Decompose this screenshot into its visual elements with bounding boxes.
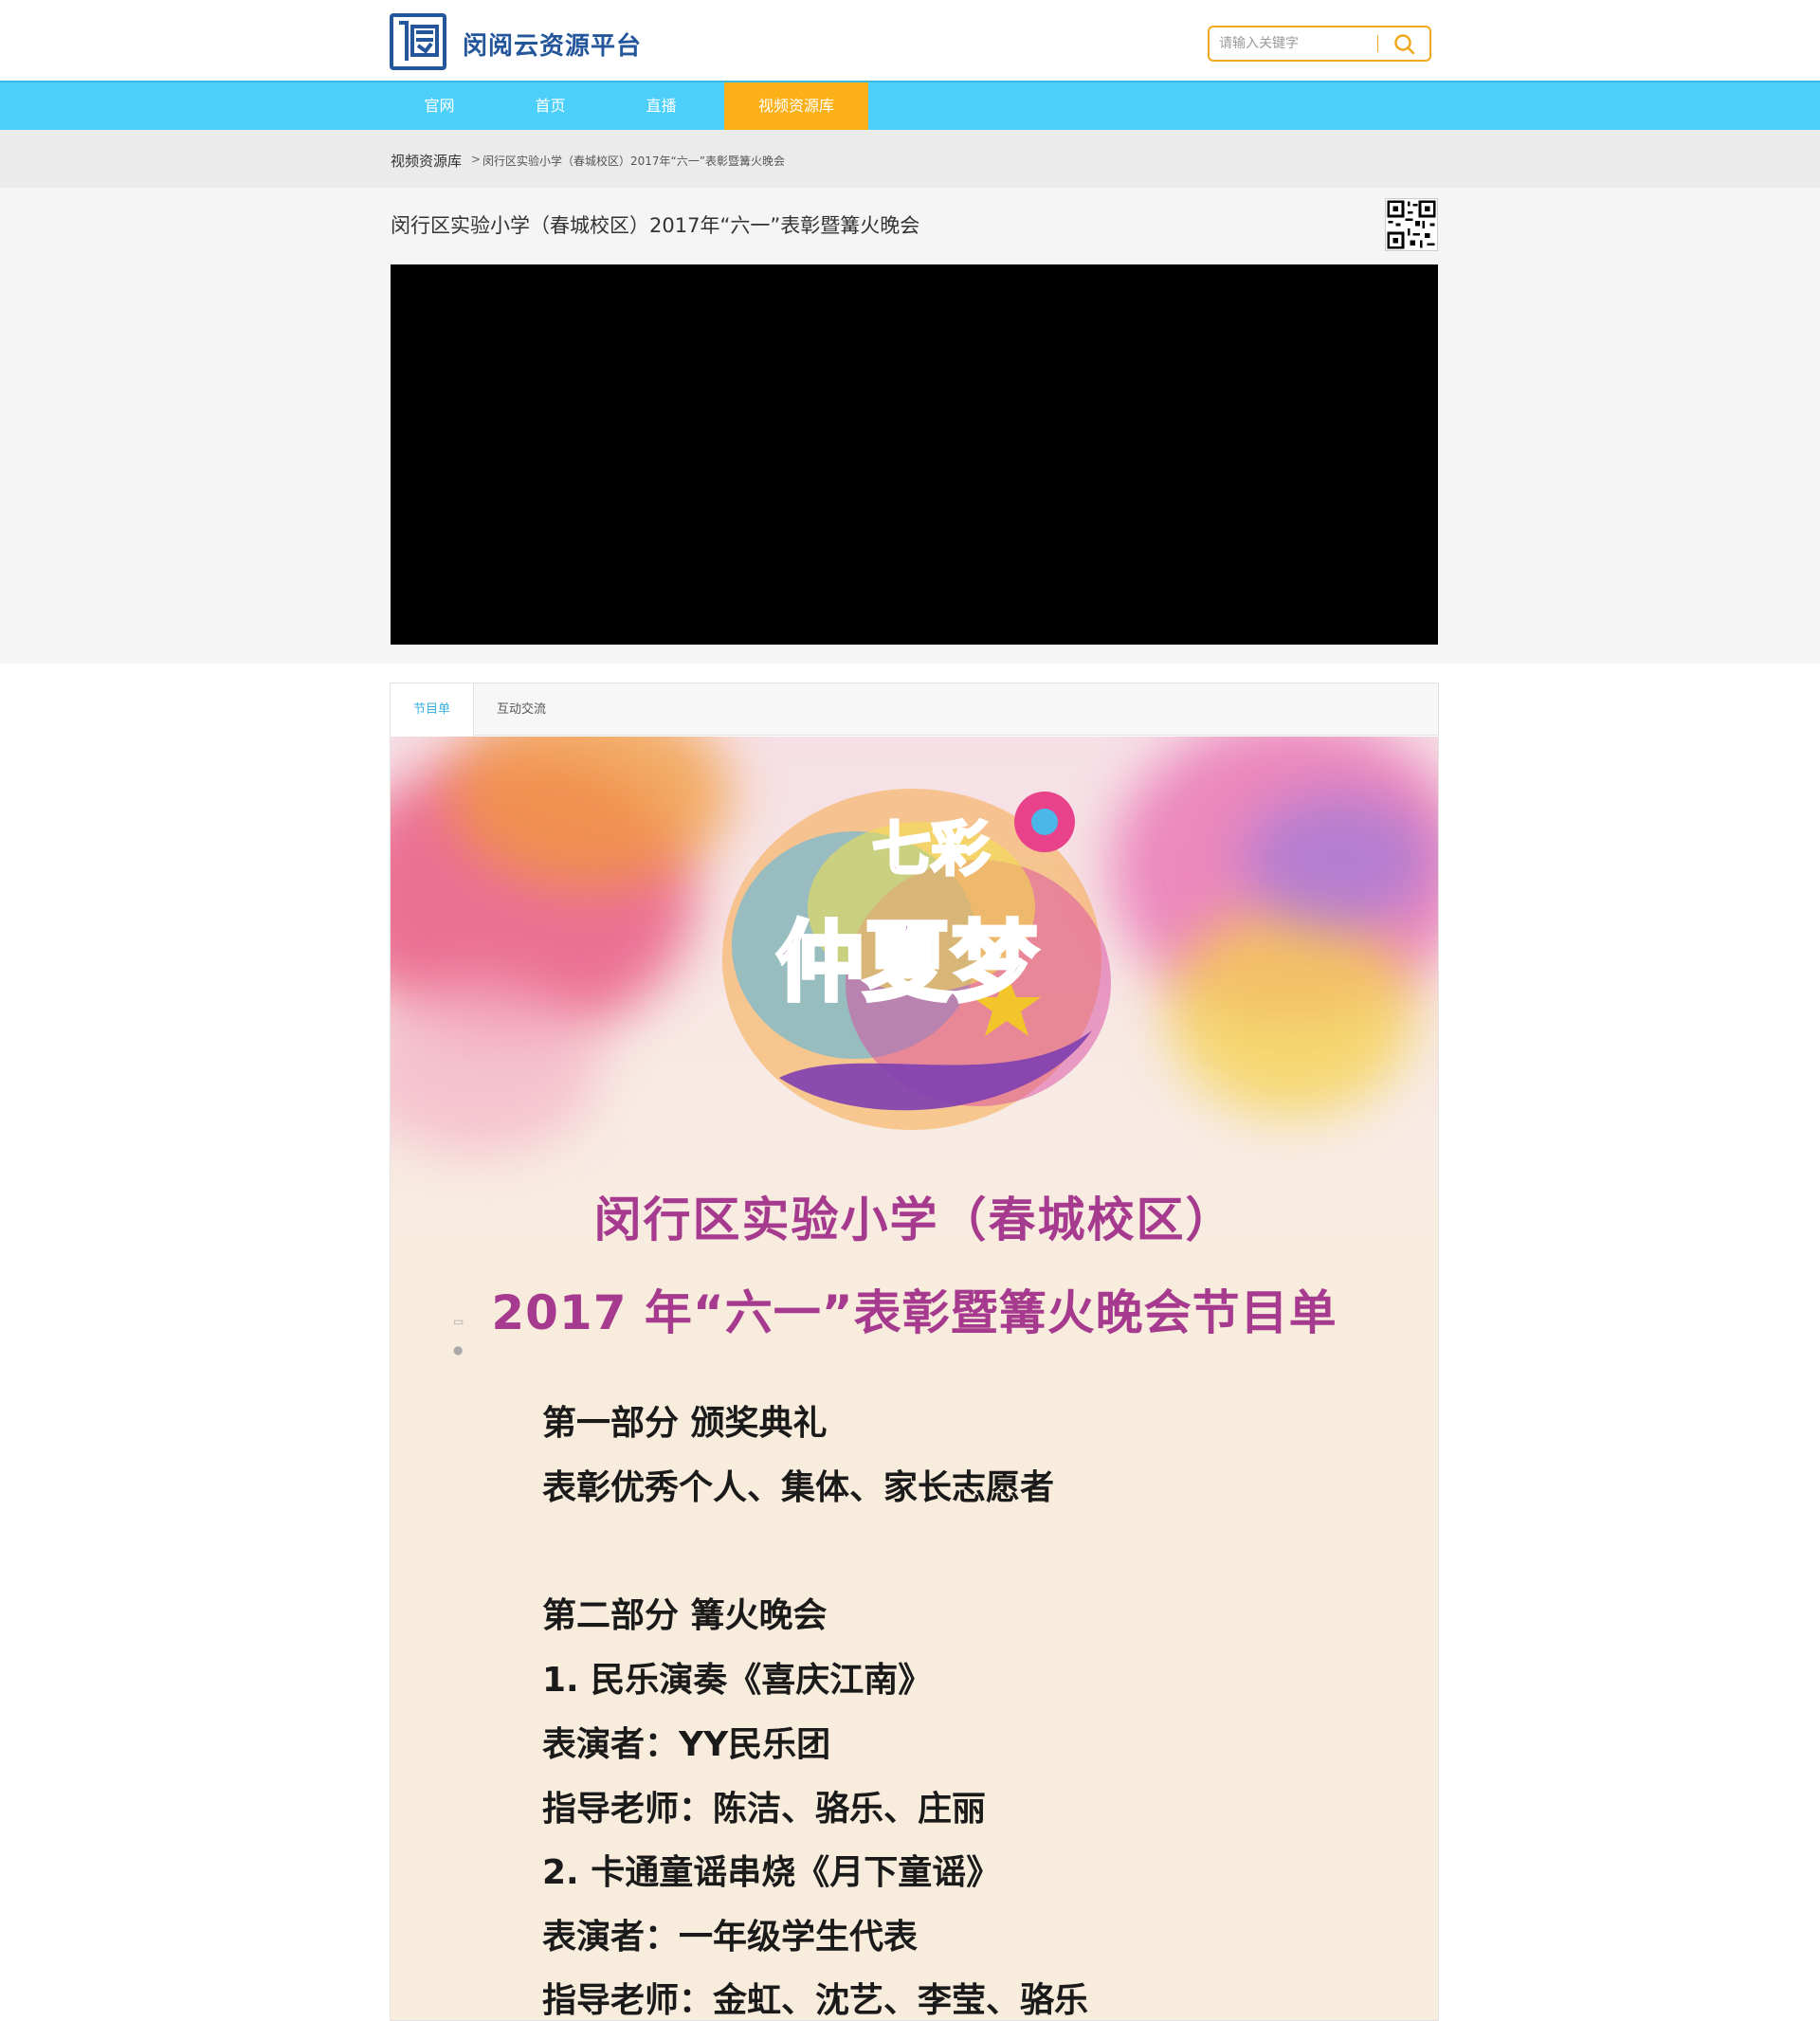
poster-smoke xyxy=(1168,907,1414,1116)
nav-item-home[interactable]: 首页 xyxy=(500,82,600,130)
program-line: 指导老师：陈洁、骆乐、庄丽 xyxy=(542,1790,987,1829)
tab-interaction[interactable]: 互动交流 xyxy=(474,683,569,736)
program-line: 第二部分 篝火晚会 xyxy=(542,1596,828,1635)
tab-bar: 节目单 互动交流 xyxy=(391,683,1438,737)
nav-item-live[interactable]: 直播 xyxy=(611,82,711,130)
search-icon[interactable] xyxy=(1392,32,1417,57)
poster-heading-school: 闵行区实验小学（春城校区） xyxy=(593,1193,1235,1247)
video-title: 闵行区实验小学（春城校区）2017年“六一”表彰暨篝火晚会 xyxy=(391,214,920,237)
main-nav: 官网 首页 直播 视频资源库 xyxy=(0,81,1820,130)
search-divider xyxy=(1377,35,1378,52)
printer-icon[interactable]: ▭ xyxy=(453,1315,464,1328)
program-line: 表彰优秀个人、集体、家长志愿者 xyxy=(542,1468,1055,1507)
site-logo[interactable] xyxy=(390,13,446,70)
qr-code-icon[interactable] xyxy=(1385,198,1438,251)
breadcrumb-root-link[interactable]: 视频资源库 xyxy=(391,151,462,171)
video-section: 闵行区实验小学（春城校区）2017年“六一”表彰暨篝火晚会 xyxy=(0,188,1820,664)
event-logo: 七彩 仲夏梦 xyxy=(694,756,1130,1163)
program-line: 指导老师：金虹、沈艺、李莹、骆乐 xyxy=(542,1981,1089,2020)
search-box xyxy=(1208,26,1431,62)
program-line: 第一部分 颁奖典礼 xyxy=(542,1404,828,1443)
nav-item-video-library[interactable]: 视频资源库 xyxy=(724,82,868,130)
site-header: 闵阅云资源平台 xyxy=(0,0,1820,81)
program-line: 表演者：一年级学生代表 xyxy=(542,1918,919,1957)
program-line: 1. 民乐演奏《喜庆江南》 xyxy=(542,1661,933,1700)
poster-smoke xyxy=(1244,793,1433,926)
logo-main-text: 仲夏梦 xyxy=(776,912,1038,1013)
program-line: 2. 卡通童谣串烧《月下童谣》 xyxy=(542,1853,1001,1892)
breadcrumb-separator: > xyxy=(471,153,482,166)
logo-top-text: 七彩 xyxy=(872,814,990,883)
program-poster: 七彩 仲夏梦 闵行区实验小学（春城校区） 2017 年“六一”表彰暨篝火晚会节目… xyxy=(391,737,1438,2020)
breadcrumb: 视频资源库 > 闵行区实验小学（春城校区）2017年“六一”表彰暨篝火晚会 xyxy=(0,130,1820,188)
location-pin-icon[interactable]: ● xyxy=(453,1343,463,1356)
nav-item-official-site[interactable]: 官网 xyxy=(390,82,489,130)
logo-icon xyxy=(399,21,439,61)
video-player[interactable] xyxy=(391,264,1438,645)
tab-program-list[interactable]: 节目单 xyxy=(391,683,474,737)
poster-heading-title: 2017 年“六一”表彰暨篝火晚会节目单 xyxy=(491,1285,1338,1340)
content-panel: 节目单 互动交流 七彩 仲夏梦 闵行区实验小学（春城校区） 2017 年“六一”… xyxy=(390,683,1439,2021)
search-input[interactable] xyxy=(1219,32,1371,55)
breadcrumb-current: 闵行区实验小学（春城校区）2017年“六一”表彰暨篝火晚会 xyxy=(482,155,785,168)
brand-name[interactable]: 闵阅云资源平台 xyxy=(463,27,642,62)
program-line: 表演者：YY民乐团 xyxy=(542,1725,831,1764)
